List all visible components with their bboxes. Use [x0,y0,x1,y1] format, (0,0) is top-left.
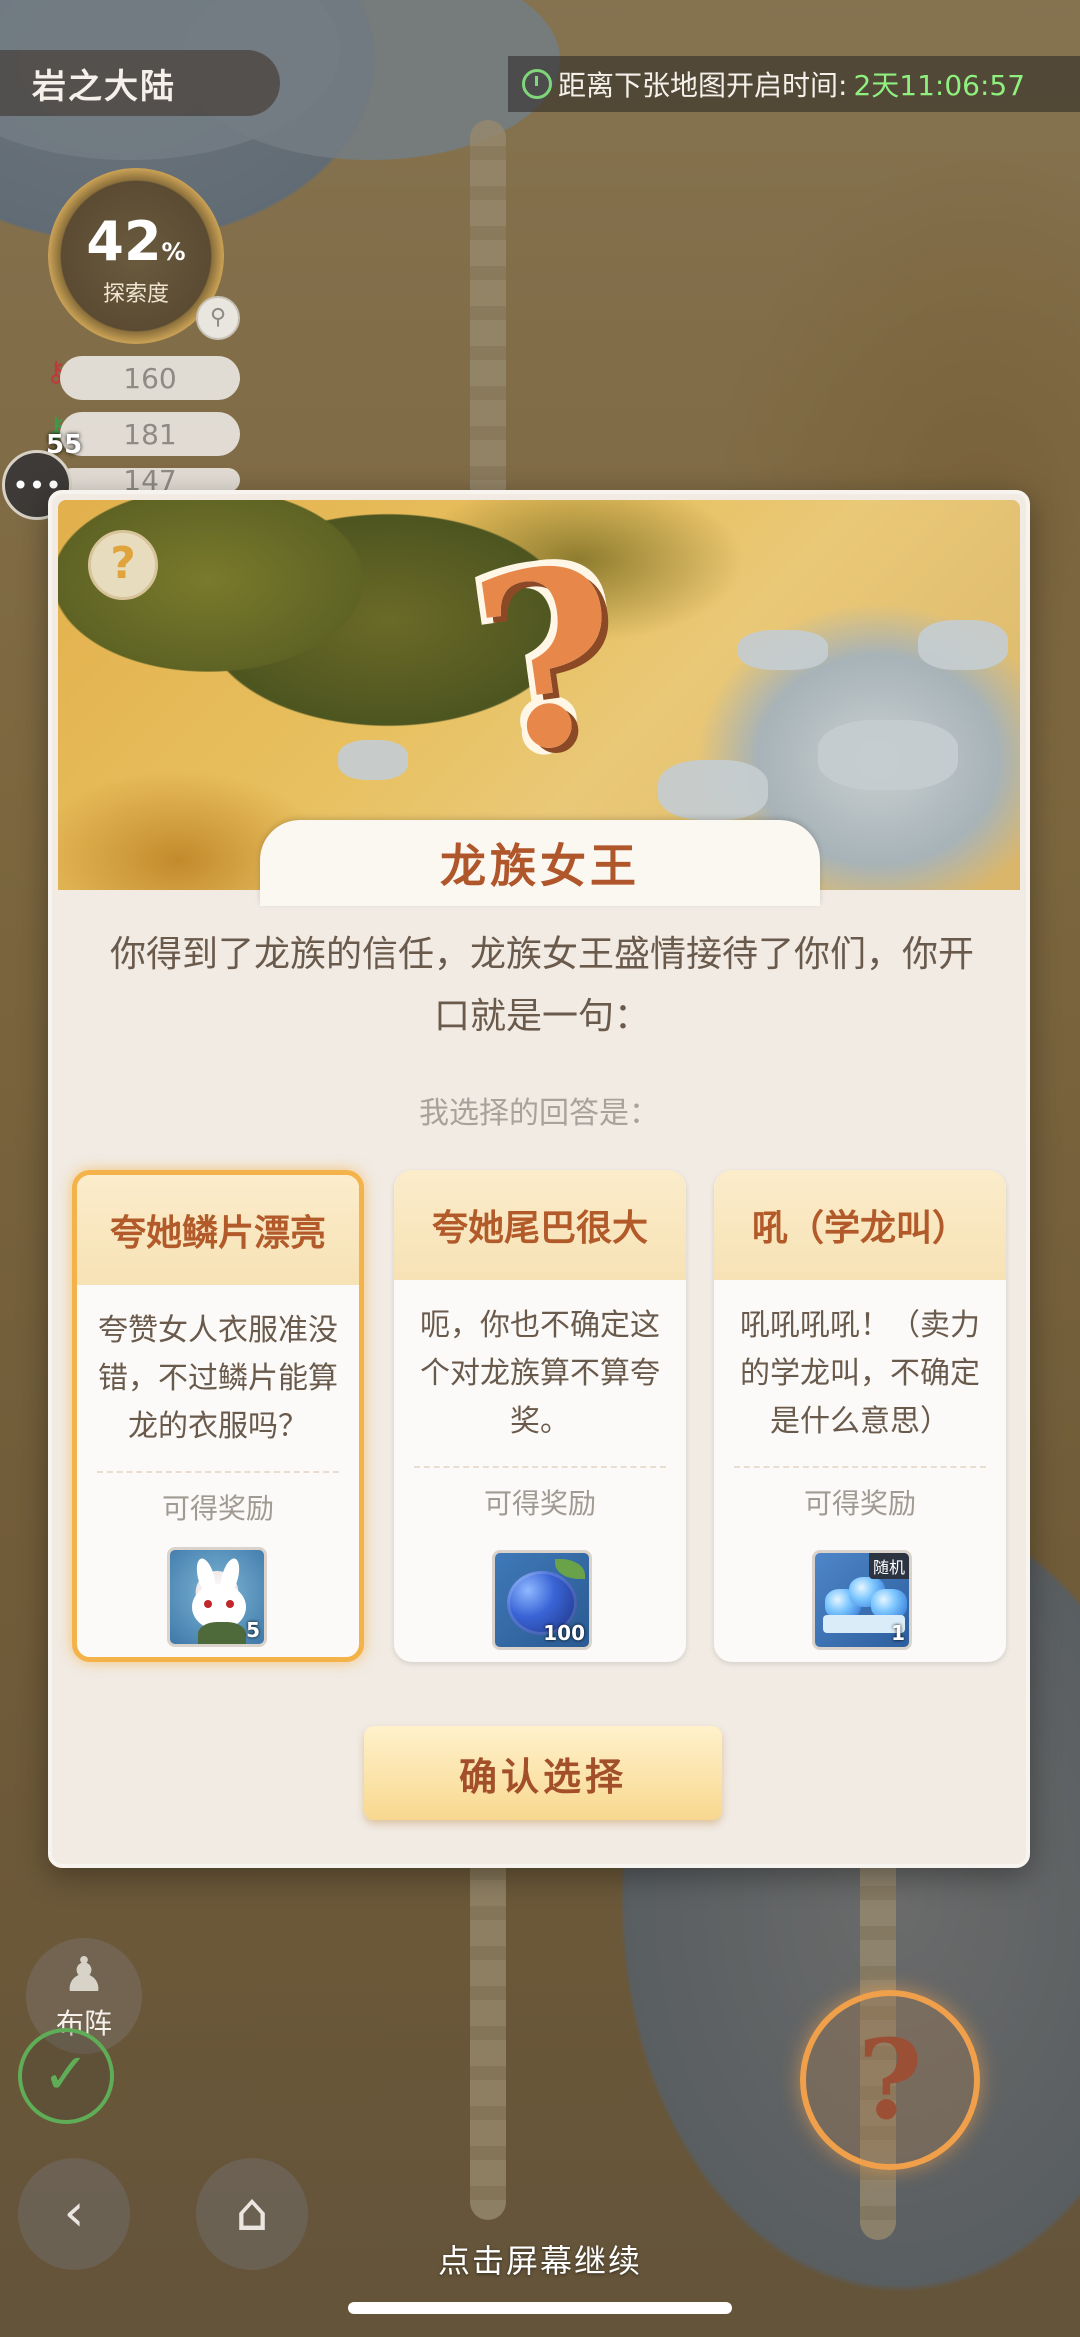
choice-title: 夸她尾巴很大 [394,1170,686,1280]
rock [658,760,768,820]
timer-value: 2天11:06:57 [853,69,1026,102]
reward-count: 1 [891,1621,905,1645]
event-dialog: ? ? 龙族女王 你得到了龙族的信任，龙族女王盛情接待了你们，你开口就是一句： … [48,490,1030,1868]
confirm-choice-button[interactable]: 确认选择 [364,1726,722,1820]
reward-count: 5 [246,1618,260,1642]
choice-description: 呃，你也不确定这个对龙族算不算夸奖。 [420,1308,660,1439]
rock [338,740,408,780]
mystery-question-icon: ? [458,510,638,810]
reward-label: 可得奖励 [161,1492,274,1525]
reward-label: 可得奖励 [803,1487,916,1520]
exploration-label: 探索度 [102,282,169,307]
choice-card-2[interactable]: 夸她尾巴很大 呃，你也不确定这个对龙族算不算夸奖。 可得奖励 100 [394,1170,686,1662]
divider [97,1471,339,1473]
blue-berry-icon[interactable]: 100 [492,1550,592,1650]
choice-prompt: 我选择的回答是： [419,1096,659,1131]
region-title: 岩之大陆 [0,50,280,116]
location-pin-icon[interactable]: ⚲ [196,296,240,340]
choice-title: 夸她鳞片漂亮 [77,1175,359,1285]
tap-to-continue[interactable]: 点击屏幕继续 [0,2236,1080,2282]
divider [734,1466,986,1468]
story-text: 你得到了龙族的信任，龙族女王盛情接待了你们，你开口就是一句： [109,934,974,1037]
help-icon[interactable]: ? [88,530,158,600]
clock-icon [522,69,552,99]
random-tag: 随机 [868,1553,909,1579]
exploration-percent: 42% [86,210,186,273]
choice-card-3[interactable]: 吼（学龙叫） 吼吼吼吼！（卖力的学龙叫，不确定是什么意思） 可得奖励 随机 1 [714,1170,1006,1662]
check-icon[interactable]: ✓ [18,2028,114,2124]
home-indicator[interactable] [348,2302,732,2314]
stat-green-keys: 181 [60,412,240,456]
stat-blue-keys: 147 [60,468,240,492]
stat-red-keys: 160 [60,356,240,400]
divider [414,1466,666,1468]
choice-card-1[interactable]: 夸她鳞片漂亮 夸赞女人衣服准没错，不过鳞片能算龙的衣服吗？ 可得奖励 5 [72,1170,364,1662]
rock [738,630,828,670]
timer-label: 距离下张地图开启时间: [558,69,848,102]
reward-label: 可得奖励 [483,1487,596,1520]
reward-count: 100 [543,1621,585,1645]
gem-chest-icon[interactable]: 随机 1 [812,1550,912,1650]
dialog-title: 龙族女王 [260,820,820,906]
rock [918,620,1008,670]
choice-description: 夸赞女人衣服准没错，不过鳞片能算龙的衣服吗？ [98,1313,338,1444]
next-map-timer: 距离下张地图开启时间: 2天11:06:57 [508,56,1080,112]
bunny-pet-icon[interactable]: 5 [167,1547,267,1647]
choice-description: 吼吼吼吼！（卖力的学龙叫，不确定是什么意思） [740,1308,980,1439]
choice-title: 吼（学龙叫） [714,1170,1006,1280]
event-question-icon[interactable]: ? [800,1990,980,2170]
chess-pieces-icon: ♟ [62,1947,106,2003]
rock [818,720,958,790]
